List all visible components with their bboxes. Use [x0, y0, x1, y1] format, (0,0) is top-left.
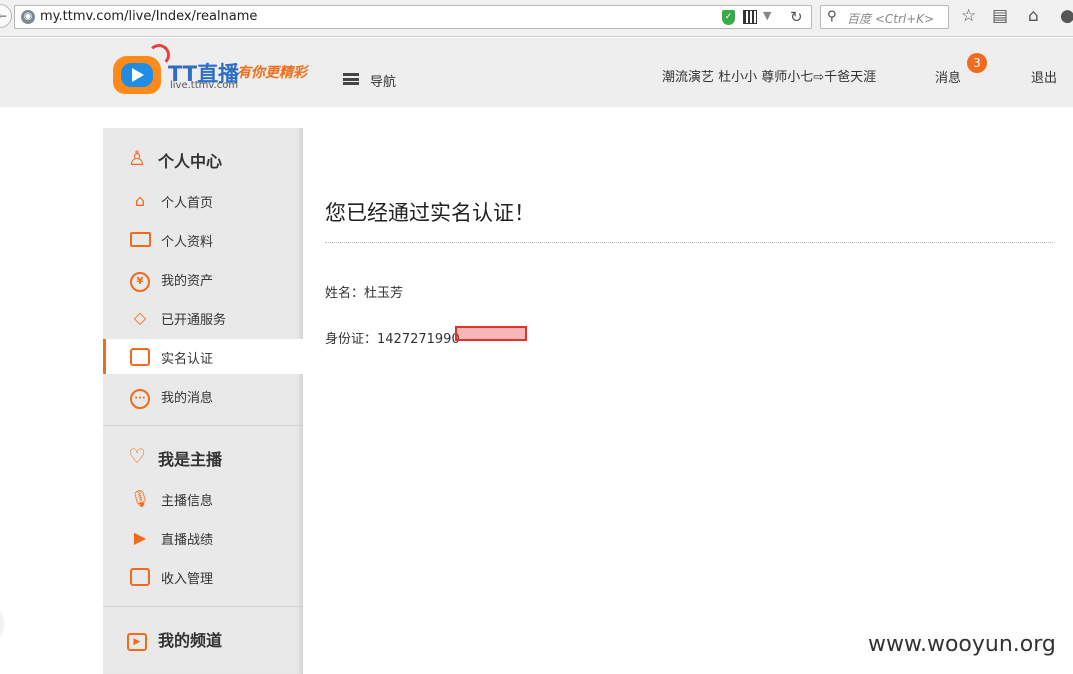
sidebar-item-realname[interactable]: 实名认证 [103, 339, 303, 374]
sidebar-item-anchor-info[interactable]: 🎙 主播信息 [103, 481, 303, 516]
play-channel-icon: ▶ [125, 625, 149, 651]
home-icon[interactable]: ⌂ [1028, 6, 1039, 26]
name-label: 姓名： [325, 286, 365, 301]
section-title: 我是主播 [158, 450, 223, 469]
globe-icon: ◉ [21, 10, 35, 24]
sidebar-item-label: 个人首页 [161, 196, 214, 211]
sidebar-divider [103, 425, 303, 426]
section-anchor: ♡ 我是主播 [103, 441, 303, 471]
video-camera-icon: ▶ [133, 528, 147, 547]
sidebar-item-label: 我的消息 [161, 391, 214, 406]
url-text[interactable]: my.ttmv.com/live/Index/realname [40, 9, 257, 24]
sidebar-item-income[interactable]: 收入管理 [103, 559, 303, 594]
certificate-icon [129, 346, 151, 368]
sidebar-item-assets[interactable]: ¥ 我的资产 [103, 261, 303, 296]
bookmarks-icon[interactable]: ▤ [992, 6, 1008, 26]
sidebar-item-label: 个人资料 [161, 235, 214, 250]
title-divider [325, 242, 1053, 243]
sidebar-item-label: 主播信息 [161, 494, 214, 509]
sidebar-item-live-record[interactable]: ▶ 直播战绩 [103, 520, 303, 555]
magnifier-icon: ⚲ [827, 9, 837, 24]
sidebar-divider [103, 606, 303, 607]
sidebar-item-label: 实名认证 [161, 352, 214, 367]
id-row: 身份证：1427271990 [325, 328, 460, 347]
logo-domain: live.ttmv.com [170, 80, 239, 91]
section-personal-center: ♙ 个人中心 [103, 143, 303, 173]
heart-icon: ♡ [128, 444, 146, 468]
messages-count-badge[interactable]: 3 [967, 53, 987, 73]
id-value: 1427271990 [377, 332, 460, 347]
id-label: 身份证： [325, 332, 378, 347]
sidebar-item-label: 我的资产 [161, 274, 214, 289]
messages-link[interactable]: 消息 [935, 67, 961, 86]
hamburger-icon [343, 73, 359, 85]
chat-bubble-icon: ··· [129, 385, 151, 409]
scroll-handle[interactable] [0, 611, 4, 637]
reload-icon[interactable]: ↻ [790, 8, 803, 26]
section-channel: ▶ 我的频道 [103, 622, 303, 652]
sidebar-item-label: 收入管理 [161, 572, 214, 587]
name-row: 姓名：杜玉芳 [325, 282, 403, 301]
section-title: 个人中心 [158, 152, 223, 171]
sidebar-item-services[interactable]: ◇ 已开通服务 [103, 300, 303, 335]
nav-label: 导航 [370, 75, 397, 90]
star-icon[interactable]: ☆ [961, 6, 976, 26]
sidebar-item-messages[interactable]: ··· 我的消息 [103, 378, 303, 413]
logo-slogan: 有你更精彩 [237, 65, 307, 81]
user-icon: ♙ [128, 146, 146, 170]
redaction-box [455, 326, 527, 341]
site-header: TT直播 有你更精彩 live.ttmv.com 导航 潮流演艺 杜小小 尊师小… [0, 38, 1073, 107]
browser-search-input[interactable]: ⚲ 百度 <Ctrl+K> [820, 5, 949, 29]
sidebar: ♙ 个人中心 ⌂ 个人首页 个人资料 ¥ 我的资产 ◇ 已开通服务 实名认证 ·… [103, 128, 303, 674]
name-value: 杜玉芳 [364, 286, 404, 301]
shield-icon[interactable]: ✓ [722, 10, 735, 25]
browser-toolbar: ← ◉ my.ttmv.com/live/Index/realname ✓ ▼ … [0, 0, 1073, 37]
yen-coin-icon: ¥ [129, 268, 151, 292]
chevron-down-icon[interactable]: ▼ [763, 9, 771, 22]
signal-wave-icon [148, 44, 170, 66]
wallet-icon [129, 566, 151, 588]
search-placeholder: 百度 <Ctrl+K> [847, 12, 935, 26]
id-card-icon [129, 229, 151, 251]
qr-code-icon[interactable] [743, 10, 757, 24]
logout-link[interactable]: 退出 [1031, 67, 1057, 86]
microphone-icon: 🎙 [129, 489, 151, 508]
back-arrow-icon[interactable]: ← [0, 4, 12, 28]
home-icon: ⌂ [134, 191, 146, 210]
sidebar-item-label: 直播战绩 [161, 533, 214, 548]
sidebar-item-home[interactable]: ⌂ 个人首页 [103, 183, 303, 218]
chat-icon[interactable]: ● [1060, 6, 1073, 26]
address-bar[interactable]: ◉ my.ttmv.com/live/Index/realname ✓ ▼ ↻ [14, 5, 812, 29]
diamond-icon: ◇ [133, 308, 147, 327]
watermark: www.wooyun.org [868, 632, 1056, 657]
section-title: 我的频道 [158, 631, 223, 650]
sidebar-item-label: 已开通服务 [161, 313, 227, 328]
sidebar-item-profile[interactable]: 个人资料 [103, 222, 303, 257]
user-name-link[interactable]: 潮流演艺 杜小小 尊师小七⇨千爸天涯 [662, 66, 876, 85]
page-title: 您已经通过实名认证！ [325, 201, 535, 225]
